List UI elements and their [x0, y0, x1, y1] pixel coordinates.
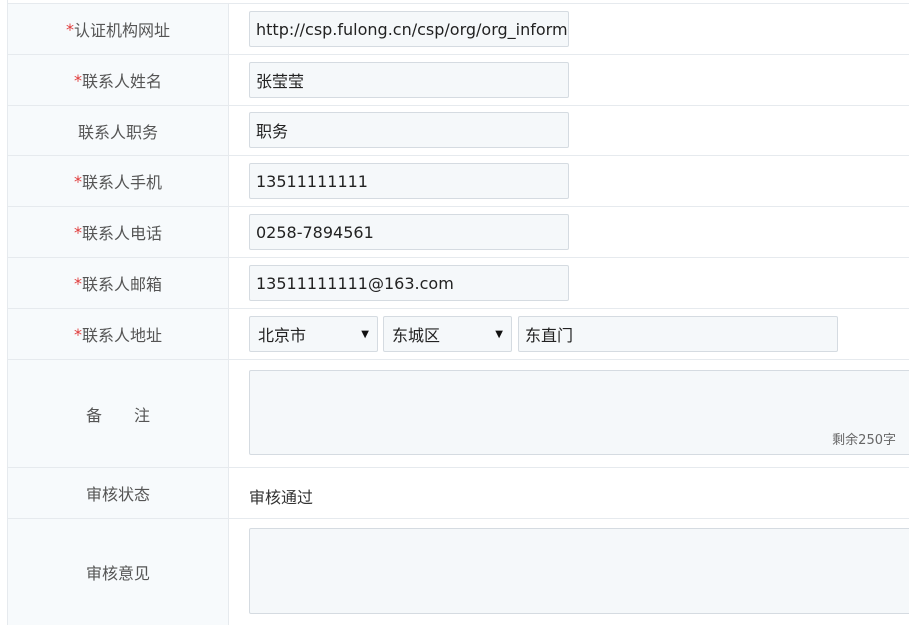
- contact-title-label: 联系人职务: [8, 106, 229, 155]
- website-row: * 认证机构网址 http://csp.fulong.cn/csp/org/org…: [8, 3, 909, 54]
- review-status-value: 审核通过: [249, 488, 314, 507]
- contact-email-row: * 联系人邮箱 13511111111@163.com: [8, 257, 909, 308]
- review-status-row: 审核状态 审核通过: [8, 467, 909, 518]
- remark-label: 备 注: [8, 360, 229, 467]
- required-marker: *: [73, 70, 82, 90]
- district-select-value: 东城区: [392, 326, 441, 345]
- city-select-value: 北京市: [258, 326, 307, 345]
- contact-name-label: * 联系人姓名: [8, 55, 229, 105]
- contact-phone-label: * 联系人电话: [8, 207, 229, 257]
- contact-address-row: * 联系人地址 北京市 ▼ 东城区 ▼ 东直门: [8, 308, 909, 359]
- website-input[interactable]: http://csp.fulong.cn/csp/org/org_informa…: [249, 11, 569, 47]
- required-marker: *: [73, 171, 82, 191]
- contact-email-label: * 联系人邮箱: [8, 258, 229, 308]
- contact-address-label: * 联系人地址: [8, 309, 229, 359]
- contact-name-row: * 联系人姓名 张莹莹: [8, 54, 909, 105]
- required-marker: *: [73, 273, 82, 293]
- website-label: * 认证机构网址: [8, 4, 229, 54]
- city-select[interactable]: 北京市 ▼: [249, 316, 378, 352]
- contact-phone-input[interactable]: 0258-7894561: [249, 214, 569, 250]
- contact-mobile-row: * 联系人手机 13511111111: [8, 155, 909, 206]
- remark-textarea[interactable]: 剩余250字: [249, 370, 909, 455]
- street-address-input[interactable]: 东直门: [518, 316, 838, 352]
- required-marker: *: [73, 222, 82, 242]
- district-select[interactable]: 东城区 ▼: [383, 316, 512, 352]
- required-marker: *: [65, 19, 74, 39]
- remark-row: 备 注 剩余250字: [8, 359, 909, 467]
- review-status-label: 审核状态: [8, 468, 229, 518]
- org-contact-form: * 认证机构网址 http://csp.fulong.cn/csp/org/org…: [7, 0, 909, 625]
- contact-phone-row: * 联系人电话 0258-7894561: [8, 206, 909, 257]
- review-opinion-textarea[interactable]: [249, 528, 909, 614]
- contact-mobile-input[interactable]: 13511111111: [249, 163, 569, 199]
- review-opinion-row: 审核意见: [8, 518, 909, 625]
- contact-name-input[interactable]: 张莹莹: [249, 62, 569, 98]
- contact-title-row: 联系人职务 职务: [8, 105, 909, 155]
- contact-mobile-label: * 联系人手机: [8, 156, 229, 206]
- contact-email-input[interactable]: 13511111111@163.com: [249, 265, 569, 301]
- dropdown-caret-icon: ▼: [361, 328, 369, 340]
- review-opinion-label: 审核意见: [8, 519, 229, 625]
- remark-char-counter: 剩余250字: [832, 433, 896, 448]
- required-marker: *: [73, 324, 82, 344]
- contact-title-input[interactable]: 职务: [249, 112, 569, 148]
- dropdown-caret-icon: ▼: [495, 328, 503, 340]
